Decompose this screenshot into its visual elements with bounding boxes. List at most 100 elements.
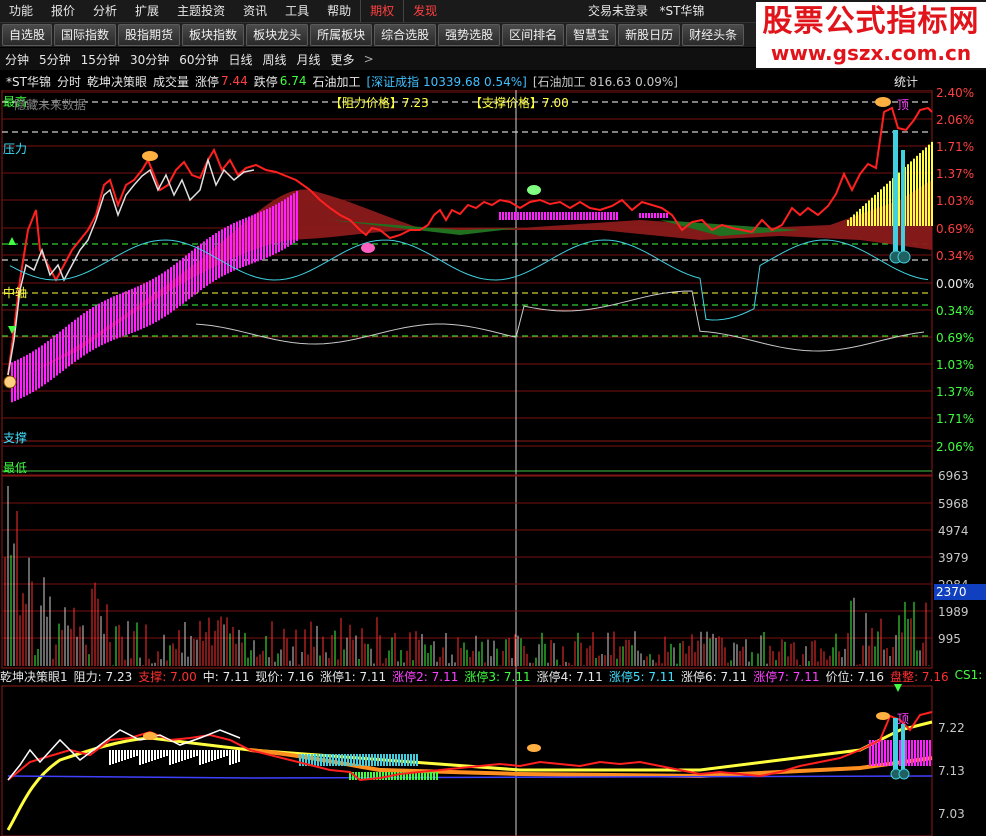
legend-item: 支撑: 7.00 (138, 670, 197, 684)
volume-tick-label: 4974 (938, 524, 969, 538)
toolbar-button[interactable]: 强势选股 (438, 24, 501, 46)
menu-item[interactable]: 功能 (0, 0, 42, 22)
signal-marker (875, 97, 891, 107)
legend-item: 涨停1: 7.11 (319, 670, 387, 684)
toolbar-button[interactable]: 综合选股 (374, 24, 437, 46)
indicator-top-label: 顶 (897, 712, 910, 726)
toolbar-button[interactable]: 智慧宝 (566, 24, 617, 46)
volume-label[interactable]: 成交量 (153, 73, 189, 90)
volume-tick-label: 3979 (938, 551, 969, 565)
legend-item: 中: 7.11 (202, 670, 250, 684)
period-button[interactable]: 30分钟 (125, 51, 174, 68)
resistance-value: 7.23 (402, 96, 429, 110)
toolbar-button[interactable]: 区间排名 (502, 24, 565, 46)
percent-tick-label: 0.00% (936, 277, 975, 291)
percent-tick-label: 0.69% (936, 222, 975, 236)
trend-line (195, 290, 925, 352)
resistance-label: 【阻力价格】 (330, 96, 403, 110)
index-shenzhen[interactable]: [深证成指 10339.68 0.54%] (366, 73, 526, 90)
menu-item[interactable]: 扩展 (126, 0, 168, 22)
menu-item[interactable]: 资讯 (234, 0, 276, 22)
percent-tick-label: 0.34% (936, 304, 975, 318)
chart-mode[interactable]: 分时 (57, 73, 81, 90)
toolbar-button[interactable]: 自选股 (2, 24, 53, 46)
price-line (7, 106, 933, 376)
up-limit-value: 7.44 (221, 74, 248, 88)
index-sector[interactable]: [石油加工 816.63 0.09%] (533, 73, 678, 90)
toolbar-button[interactable]: 股指期货 (118, 24, 181, 46)
percent-tick-label: 0.69% (936, 331, 975, 345)
indicator-marker (143, 732, 157, 740)
percent-tick-label: 1.71% (936, 140, 975, 154)
start-marker (3, 375, 17, 389)
indicator-marker (527, 744, 541, 752)
legend-item: 涨停2: 7.11 (392, 670, 459, 684)
legend-item: 阻力: 7.23 (73, 670, 133, 684)
period-next-arrow[interactable]: > (360, 52, 374, 66)
support-label: 【支撑价格】 (470, 96, 543, 110)
login-status-text: 交易未登录 (588, 4, 649, 18)
legend-item: 涨停6: 7.11 (681, 670, 748, 684)
resistance-annotation: 【阻力价格】7.23 (330, 94, 429, 111)
volume-highlight-value: 2370 (934, 584, 986, 600)
toolbar-button[interactable]: 新股日历 (618, 24, 681, 46)
level-low-label: 最低 (3, 461, 28, 475)
toolbar-button[interactable]: 板块指数 (182, 24, 245, 46)
toolbar-button[interactable]: 财经头条 (682, 24, 745, 46)
chart-area[interactable] (0, 90, 986, 836)
indicator-name[interactable]: 乾坤决策眼 (87, 73, 147, 90)
percent-tick-label: 2.40% (936, 86, 975, 100)
toolbar-button[interactable]: 所属板块 (310, 24, 373, 46)
period-button[interactable]: 60分钟 (174, 51, 223, 68)
toolbar-button[interactable]: 国际指数 (54, 24, 117, 46)
period-button[interactable]: 5分钟 (34, 51, 76, 68)
period-button[interactable]: 15分钟 (76, 51, 125, 68)
up-limit-label: 涨停 (195, 74, 220, 89)
stats-button[interactable]: 统计 (894, 73, 918, 90)
volume-tick-label: 6963 (938, 469, 969, 483)
current-stock: *ST华锦 (659, 4, 705, 18)
volume-tick-label: 995 (938, 632, 961, 646)
sector-name[interactable]: 石油加工 (312, 73, 360, 90)
menu-item[interactable]: 分析 (84, 0, 126, 22)
indicator-legend: 乾坤决策眼1 阻力: 7.23 支撑: 7.00 中: 7.11 现价: 7.16 涨停1… (0, 668, 986, 686)
indicator-cyan-marker (898, 768, 910, 780)
percent-tick-label: 2.06% (936, 113, 975, 127)
period-button[interactable]: 月线 (292, 51, 326, 68)
indicator-tick-label: 7.22 (938, 721, 965, 735)
menu-item[interactable]: 帮助 (318, 0, 360, 22)
buy-arrow (8, 237, 16, 245)
indicator-marker (876, 712, 890, 720)
percent-tick-label: 0.34% (936, 249, 975, 263)
down-limit-label: 跌停 (253, 74, 278, 89)
menu-item-highlight[interactable]: 发现 (403, 0, 446, 22)
period-button[interactable]: 分钟 (0, 51, 34, 68)
cyan-marker (897, 250, 911, 264)
indicator-tick-label: 7.13 (938, 764, 965, 778)
indicator-blue-line (7, 775, 933, 779)
period-button[interactable]: 周线 (258, 51, 292, 68)
future-data-toggle[interactable]: 隐藏未来数据 (14, 96, 86, 113)
average-line (7, 157, 255, 376)
level-middle-label: 中轴 (3, 286, 28, 300)
menu-item[interactable]: 报价 (42, 0, 84, 22)
down-limit-value: 6.74 (279, 74, 307, 88)
period-button[interactable]: 日线 (224, 51, 258, 68)
level-support-label: 支撑 (3, 431, 28, 445)
login-status: 交易未登录 *ST华锦 (588, 0, 704, 22)
site-watermark: 股票公式指标网 www.gszx.com.cn (756, 2, 986, 68)
watermark-title: 股票公式指标网 (762, 4, 980, 39)
indicator-cyan-bar (901, 724, 905, 772)
legend-item: 涨停5: 7.11 (608, 670, 676, 684)
toolbar-button[interactable]: 板块龙头 (246, 24, 309, 46)
period-button[interactable]: 更多 (326, 51, 360, 68)
menu-item-highlight[interactable]: 期权 (360, 0, 403, 22)
watermark-url: www.gszx.com.cn (770, 41, 972, 65)
cyan-bar (893, 130, 898, 252)
menu-item[interactable]: 工具 (276, 0, 318, 22)
top-marker-label: 顶 (897, 98, 910, 112)
percent-tick-label: 1.03% (936, 358, 975, 372)
legend-item: 现价: 7.16 (255, 670, 314, 684)
percent-tick-label: 2.06% (936, 440, 975, 454)
menu-item[interactable]: 主题投资 (168, 0, 234, 22)
